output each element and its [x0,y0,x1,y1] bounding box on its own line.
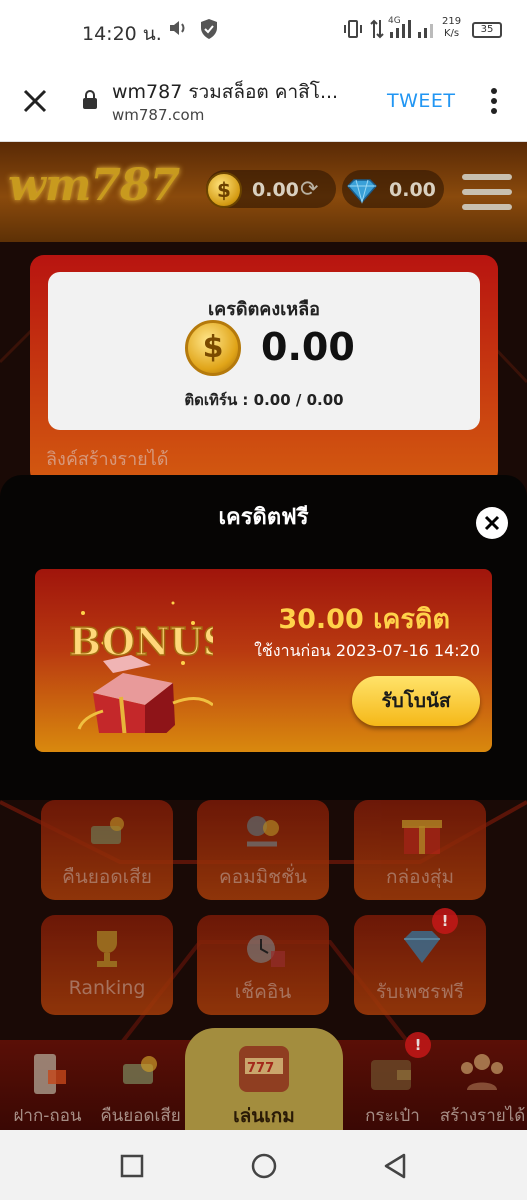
diamond-icon [400,927,444,971]
users-icon [457,1050,507,1098]
nav-label: เล่นเกม [233,1105,295,1127]
earn-link[interactable]: ลิงค์สร้างรายได้ [46,444,168,473]
net-speed-unit: K/s [443,28,460,39]
back-icon[interactable] [382,1152,408,1184]
bonus-word: BONUS [69,619,213,664]
refresh-icon[interactable]: ⟳ [300,177,318,202]
close-icon[interactable] [20,86,50,120]
lock-icon [82,90,98,114]
turnover-text: ติดเทิร์น : 0.00 / 0.00 [184,391,344,409]
coin-icon: $ [206,172,242,208]
clock-calendar-icon [243,927,287,975]
battery-indicator: 35 [472,22,502,38]
nav-cashback[interactable]: คืนยอดเสีย [93,1040,188,1130]
nav-earn[interactable]: สร้างรายได้ [435,1040,527,1130]
grid-item-commission[interactable]: คอมมิชชั่น [197,800,329,900]
claim-bonus-button[interactable]: รับโบนัส [352,676,480,726]
signal-4g-icon: 4G [388,14,438,44]
nav-label: คืนยอดเสีย [100,1106,181,1126]
site-header: wm787 $ 0.00 ⟳ 0.00 [0,142,527,242]
gift-box-icon [400,812,444,860]
notification-badge: ! [432,908,458,934]
home-icon[interactable] [250,1152,278,1184]
status-time: 14:20 น. [82,23,162,45]
system-nav-bar [0,1130,527,1200]
gem-balance: 0.00 [389,179,436,201]
commission-icon [243,812,283,856]
grid-item-label: รับเพชรฟรี [375,981,465,1003]
shield-icon [200,18,218,44]
phone-money-icon [26,1050,70,1100]
nav-label: กระเป๋า [365,1106,420,1126]
notification-badge: ! [405,1032,431,1058]
trophy-icon [87,927,127,975]
gold-coin-icon: $ [185,320,241,376]
bonus-card: BONUS 30.00 เครดิต ใช้งานก่อน 2023-07-16… [35,569,492,752]
free-credit-modal: เครดิตฟรี BONUS 30.00 เครดิต ใช้งานก่อน … [0,475,527,800]
grid-item-cashback[interactable]: คืนยอดเสีย [41,800,173,900]
nav-play-games[interactable]: 777 เล่นเกม [185,1028,343,1130]
cashback-icon [117,1050,161,1098]
grid-item-ranking[interactable]: Ranking [41,915,173,1015]
site-logo[interactable]: wm787 [8,160,180,211]
nav-deposit-withdraw[interactable]: ฝาก-ถอน [0,1040,95,1130]
page-title: wm787 รวมสล็อต คาสิโ... [112,81,339,103]
bonus-expire-text: ใช้งานก่อน 2023-07-16 14:20 [254,641,480,660]
nav-label: ฝาก-ถอน [13,1106,82,1126]
svg-text:777: 777 [247,1061,274,1076]
grid-item-checkin[interactable]: เช็คอิน [197,915,329,1015]
network-type-label: 4G [388,16,401,26]
cashback-icon [87,812,127,856]
recent-apps-icon[interactable] [120,1154,144,1182]
grid-item-label: คอมมิชชั่น [219,866,307,888]
data-transfer-icon [370,18,384,44]
credit-balance-card: เครดิตคงเหลือ $ 0.00 ติดเทิร์น : 0.00 / … [48,272,480,430]
net-speed: 219 K/s [442,16,461,40]
grid-item-label: กล่องสุ่ม [386,866,454,888]
credit-value: 0.00 [261,325,355,369]
close-icon [484,515,500,531]
bonus-gift-icon: BONUS [63,593,231,752]
browser-toolbar: wm787 รวมสล็อต คาสิโ... wm787.com TWEET [0,60,527,142]
bonus-amount: 30.00 เครดิต [278,604,450,635]
wallet-icon [369,1054,413,1098]
volume-icon [168,18,188,42]
status-bar: 14:20 น. 4G 219 K/s 35 [0,0,527,60]
slot-machine-icon: 777 [233,1036,295,1102]
nav-label: สร้างรายได้ [439,1106,526,1126]
hamburger-menu-icon[interactable] [462,174,512,219]
modal-title: เครดิตฟรี [218,505,309,530]
grid-item-label: เช็คอิน [234,981,292,1003]
more-options-icon[interactable] [489,86,499,120]
vibrate-icon [342,18,364,44]
diamond-icon [344,178,380,208]
grid-item-label: คืนยอดเสีย [62,866,152,888]
grid-item-mystery-box[interactable]: กล่องสุ่ม [354,800,486,900]
coin-balance: 0.00 [252,179,299,201]
credit-title: เครดิตคงเหลือ [208,299,320,320]
net-speed-value: 219 [442,16,462,27]
page-url[interactable]: wm787.com [112,106,204,124]
tweet-button[interactable]: TWEET [387,90,456,112]
modal-close-button[interactable] [476,507,508,539]
grid-item-free-diamonds[interactable]: รับเพชรฟรี [354,915,486,1015]
grid-item-label: Ranking [68,977,146,999]
